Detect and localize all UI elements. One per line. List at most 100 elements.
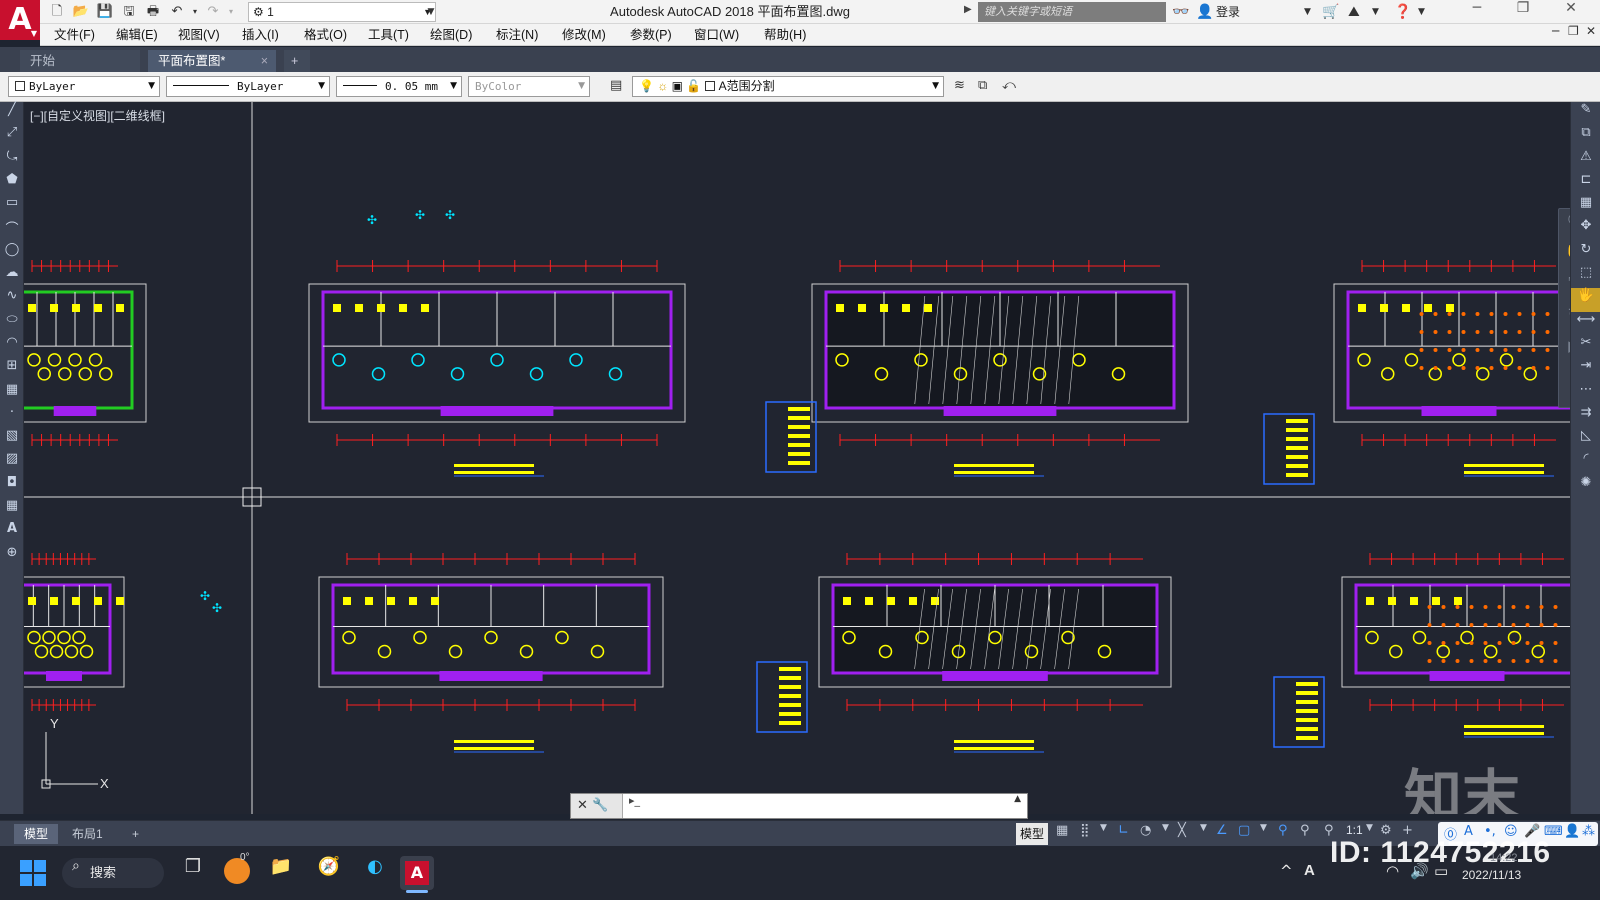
layer-control[interactable]: 💡 ☼ ▣ 🔓 A范围分割 ▼ (632, 76, 944, 97)
make-block-icon[interactable]: ▦ (0, 382, 24, 405)
offset-icon[interactable]: ⊏ (1571, 172, 1600, 195)
tab-drawing[interactable]: 平面布置图* × (148, 50, 276, 72)
help-icon[interactable]: ❓ (1394, 3, 1411, 21)
redo-icon[interactable]: ↷ (204, 3, 222, 21)
edge-browser-icon[interactable]: ◐ (358, 856, 392, 890)
doc-close-icon[interactable]: ✕ (1586, 24, 1596, 38)
account-icon[interactable]: 👤 (1564, 824, 1580, 839)
annotation-visibility-icon[interactable]: ⚲ (1278, 823, 1288, 838)
revision-cloud-icon[interactable]: ☁ (0, 265, 24, 288)
fillet-icon[interactable]: ◜ (1571, 451, 1600, 474)
circle-icon[interactable]: ◯ (0, 242, 24, 265)
plotstyle-control[interactable]: ByColor ▼ (468, 76, 590, 97)
menu-draw[interactable]: 绘图(D) (430, 24, 472, 46)
login-dropdown-icon[interactable]: ▼ (1304, 3, 1311, 21)
close-button[interactable]: ✕ (1548, 0, 1594, 24)
redo-dropdown-icon[interactable]: ▾ (222, 3, 240, 21)
osnap-dropdown-icon[interactable]: ▼ (1260, 823, 1267, 833)
polar-tracking-icon[interactable]: ◔ (1140, 823, 1151, 838)
isodraft-icon[interactable]: ╳ (1178, 823, 1186, 838)
scale-icon[interactable]: ⬚ (1571, 265, 1600, 288)
previous-layer-icon[interactable]: ⤺ (1002, 78, 1016, 93)
tray-overflow-icon[interactable]: ^ (1280, 862, 1293, 880)
undo-dropdown-icon[interactable]: ▾ (186, 3, 204, 21)
clock-date[interactable]: 2022/11/13 (1462, 868, 1521, 882)
menu-help[interactable]: 帮助(H) (764, 24, 806, 46)
showmotion-icon[interactable]: ▶ (1559, 337, 1570, 369)
rectangle-icon[interactable]: ▭ (0, 195, 24, 218)
drawing-canvas[interactable]: ✣✣✣✣✣YX [−][自定义视图][二维线框] ◎ ✋ ⤡ ↻ ▶ ▾ 知末 (24, 102, 1570, 814)
help-dropdown-icon[interactable]: ▼ (1418, 3, 1425, 21)
line-tool-icon[interactable]: ╱ (0, 102, 24, 125)
command-line-handle[interactable]: ✕ 🔧 (571, 794, 623, 818)
wrench-icon[interactable]: 🔧 (592, 798, 608, 813)
tab-start[interactable]: 开始 (20, 50, 140, 72)
erase-icon[interactable]: ✎ (1571, 102, 1600, 125)
zoom-extents-icon[interactable]: ⤡ (1559, 273, 1570, 305)
a360-dropdown-icon[interactable]: ▼ (1372, 3, 1379, 21)
ime-language-icon[interactable]: A (1304, 862, 1315, 879)
break-icon[interactable]: ⋯ (1571, 382, 1600, 405)
autodesk-a360-icon[interactable]: ⛰ (1348, 3, 1360, 21)
snap-icon[interactable]: ⣿ (1080, 823, 1090, 838)
user-icon[interactable]: 👤 (1196, 3, 1213, 21)
model-space-button[interactable]: 模型 (1016, 823, 1049, 845)
region-icon[interactable]: ◘ (0, 475, 24, 498)
menu-dimension[interactable]: 标注(N) (496, 24, 538, 46)
menu-tools[interactable]: 工具(T) (368, 24, 409, 46)
mirror-icon[interactable]: ⚠ (1571, 149, 1600, 172)
lineweight-control[interactable]: 0. 05 mm ▼ (336, 76, 462, 97)
restore-button[interactable]: ❐ (1500, 0, 1546, 24)
safari-browser-icon[interactable]: 🧭 (312, 856, 346, 890)
new-tab-button[interactable]: + (284, 50, 310, 72)
floor-plan-drawing[interactable]: ✣ ✣ ✣✣✣YX (24, 102, 1570, 814)
autocad-taskbar-icon[interactable]: A (400, 856, 434, 890)
move-icon[interactable]: ✥ (1571, 218, 1600, 241)
copy-icon[interactable]: ⧉ (1571, 125, 1600, 148)
close-tab-icon[interactable]: × (261, 50, 268, 72)
command-history-icon[interactable]: ▲ (1014, 794, 1021, 804)
add-selected-icon[interactable]: ⊕ (0, 545, 24, 568)
layer-properties-icon[interactable]: ▤ (610, 78, 622, 93)
task-view-icon[interactable]: ❐ (176, 856, 210, 890)
menu-insert[interactable]: 插入(I) (242, 24, 279, 46)
chamfer-icon[interactable]: ◺ (1571, 428, 1600, 451)
layout-tab-model[interactable]: 模型 (14, 824, 59, 844)
orbit-icon[interactable]: ↻ (1559, 305, 1570, 337)
properties-palette-icon[interactable]: 🖐 (1571, 288, 1600, 312)
auto-scale-icon[interactable]: ⚲ (1300, 823, 1310, 838)
scale-value[interactable]: 1:1 (1346, 823, 1363, 837)
pan-hand-icon[interactable]: ✋ (1559, 241, 1570, 273)
menu-format[interactable]: 格式(O) (304, 24, 347, 46)
linetype-control[interactable]: ByLayer ▼ (166, 76, 330, 97)
doc-restore-icon[interactable]: ❐ (1568, 24, 1579, 38)
new-file-icon[interactable]: 🗋 (48, 3, 66, 21)
ortho-icon[interactable]: ∟ (1118, 823, 1129, 838)
menu-view[interactable]: 视图(V) (178, 24, 220, 46)
scale-dropdown-icon[interactable]: ▼ (1366, 823, 1373, 833)
customize-qat-icon[interactable]: ▼ (422, 3, 440, 21)
search-input[interactable]: 键入关键字或短语 (978, 2, 1166, 22)
apps-grid-icon[interactable]: ⁂ (1582, 824, 1595, 839)
multiline-text-icon[interactable]: A (0, 521, 24, 544)
polar-dropdown-icon[interactable]: ▼ (1162, 823, 1169, 833)
workspace-selector[interactable]: ⚙ 1 ▼ (248, 2, 436, 22)
menu-file[interactable]: 文件(F) (54, 24, 95, 46)
join-icon[interactable]: ⇉ (1571, 405, 1600, 428)
arc-icon[interactable]: ⌒ (0, 218, 24, 241)
save-as-icon[interactable]: 🖫 (120, 3, 138, 21)
ellipse-icon[interactable]: ⬭ (0, 312, 24, 335)
insert-block-icon[interactable]: ⊞ (0, 358, 24, 381)
object-snap-tracking-icon[interactable]: ∠ (1216, 823, 1228, 838)
make-current-layer-icon[interactable]: ≋ (954, 78, 965, 93)
point-icon[interactable]: · (0, 405, 24, 428)
polygon-icon[interactable]: ⬟ (0, 172, 24, 195)
autocad-application-button[interactable]: A ▼ (0, 0, 40, 40)
save-icon[interactable]: 💾 (96, 3, 114, 21)
stretch-icon[interactable]: ⟷ (1571, 312, 1600, 335)
menu-window[interactable]: 窗口(W) (694, 24, 739, 46)
spline-icon[interactable]: ∿ (0, 288, 24, 311)
construction-line-icon[interactable]: ⤢ (0, 125, 24, 148)
file-explorer-icon[interactable]: 📁 (264, 856, 298, 890)
isodraft-dropdown-icon[interactable]: ▼ (1200, 823, 1207, 833)
